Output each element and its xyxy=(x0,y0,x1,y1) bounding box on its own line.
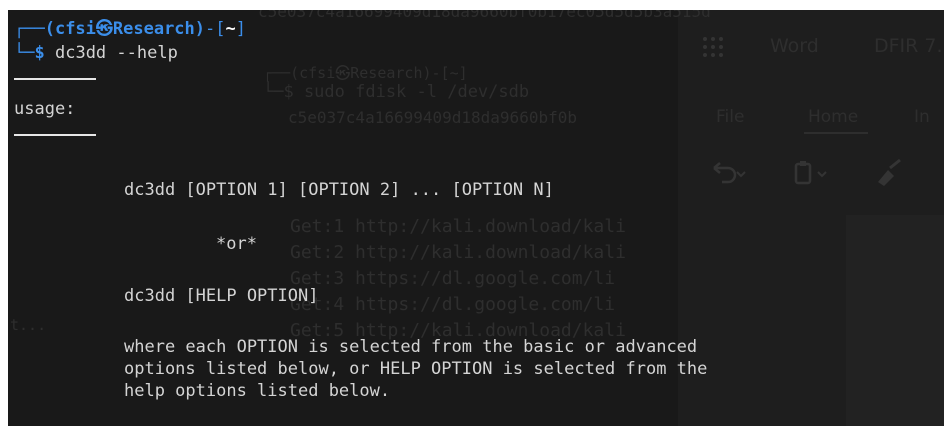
usage-or: *or* xyxy=(216,234,257,254)
terminal-content: ┌──(cfsi㉿Research)-[~] └─$ dc3dd --help … xyxy=(8,10,944,426)
usage-rule-bottom xyxy=(14,134,96,136)
command-text: dc3dd --help xyxy=(54,43,178,63)
prompt-dir-prefix: -[ xyxy=(205,19,226,39)
usage-rule-top xyxy=(14,78,96,80)
prompt-dir: ~ xyxy=(225,19,236,39)
usage-description-line-2: options listed below, or HELP OPTION is … xyxy=(124,359,708,379)
command-corner: └─ xyxy=(14,43,35,63)
usage-description-line-3: help options listed below. xyxy=(124,381,391,401)
usage-help-syntax: dc3dd [HELP OPTION] xyxy=(124,286,319,306)
prompt-line: ┌──(cfsi㉿Research)-[~] xyxy=(14,18,246,40)
usage-syntax: dc3dd [OPTION 1] [OPTION 2] ... [OPTION … xyxy=(124,180,554,200)
prompt-dollar: $ xyxy=(34,43,45,63)
prompt-dir-suffix: ] xyxy=(235,19,246,39)
command-line: └─$ dc3dd --help xyxy=(14,42,178,64)
usage-heading: usage: xyxy=(14,99,76,119)
prompt-corner: ┌── xyxy=(14,19,45,39)
terminal-window[interactable]: c5e037c4a16699409d18da9660bf0b17ec05d5d5… xyxy=(8,10,944,426)
prompt-user-host: (cfsi㉿Research) xyxy=(44,19,206,39)
usage-description-line-1: where each OPTION is selected from the b… xyxy=(124,337,698,357)
